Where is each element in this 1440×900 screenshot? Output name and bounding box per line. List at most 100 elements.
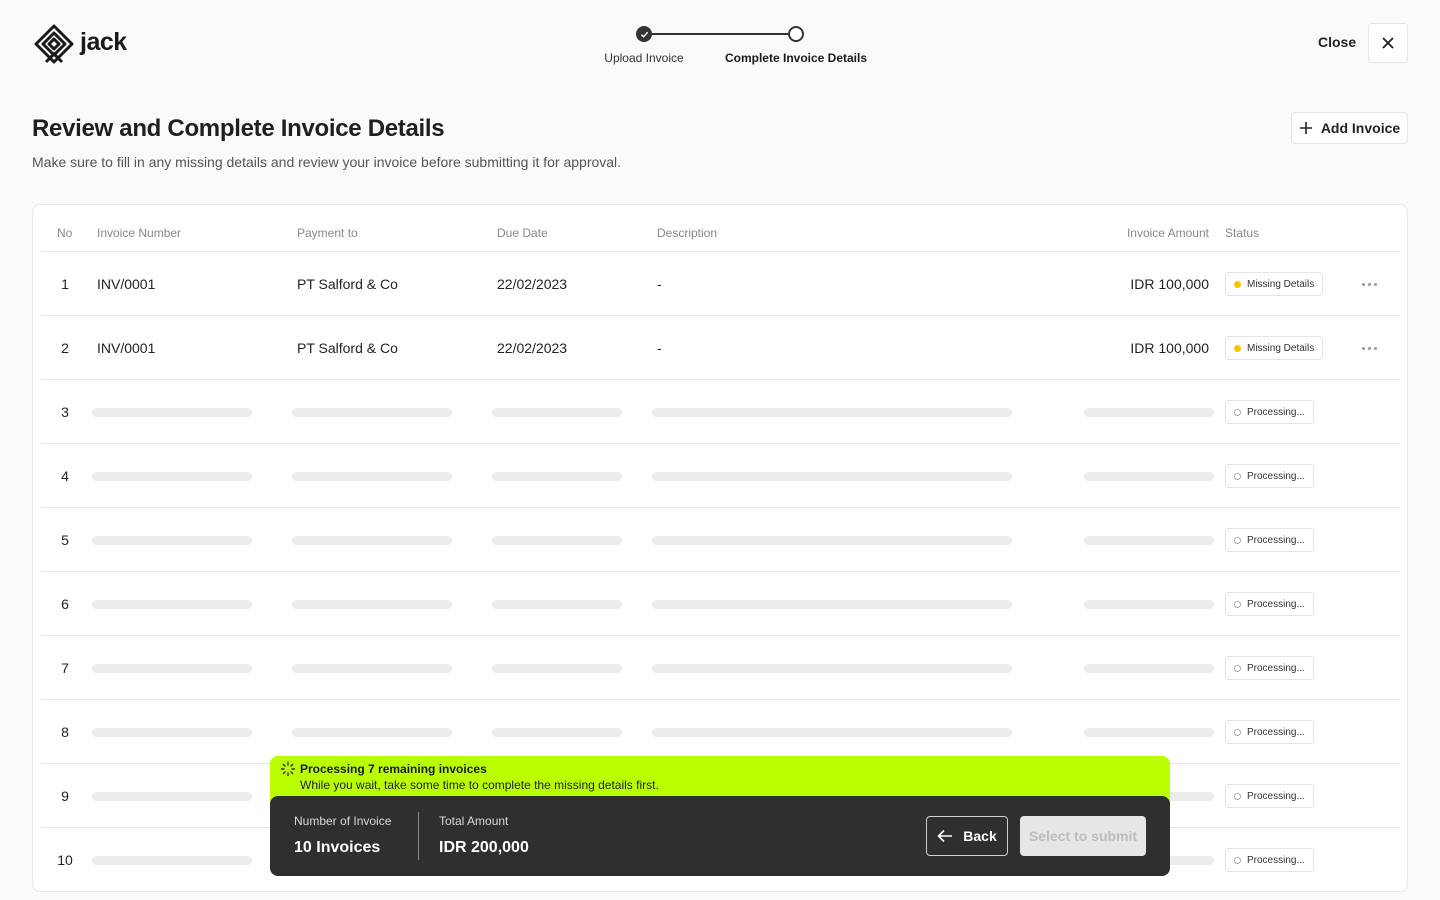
status-label: Missing Details: [1247, 342, 1315, 354]
logo: jack: [32, 22, 127, 66]
invoice-number: INV/0001: [97, 340, 156, 356]
close-link[interactable]: Close: [1318, 34, 1356, 50]
payment-to: PT Salford & Co: [297, 276, 398, 292]
row-number: 8: [61, 724, 69, 740]
skeleton-placeholder: [1084, 664, 1214, 673]
skeleton-placeholder: [292, 728, 452, 737]
payment-to: PT Salford & Co: [297, 340, 398, 356]
status-badge: Processing...: [1225, 592, 1314, 616]
column-header-invoice-amount: Invoice Amount: [1126, 226, 1209, 240]
skeleton-placeholder: [1084, 472, 1214, 481]
row-number: 9: [61, 788, 69, 804]
processing-spinner-icon: [1234, 664, 1241, 672]
jack-logo-icon: [34, 24, 74, 64]
table-row: 6 Processing...: [41, 572, 1401, 636]
skeleton-placeholder: [492, 728, 622, 737]
processing-spinner-icon: [1234, 856, 1241, 864]
status-badge: Processing...: [1225, 400, 1314, 424]
close-icon: [1382, 37, 1394, 49]
skeleton-placeholder: [292, 536, 452, 545]
skeleton-placeholder: [1084, 408, 1214, 417]
app-name: jack: [80, 27, 127, 56]
processing-spinner-icon: [1234, 408, 1241, 416]
skeleton-placeholder: [92, 664, 252, 673]
table-row[interactable]: 2 INV/0001 PT Salford & Co 22/02/2023 - …: [41, 316, 1401, 380]
progress-stepper: Upload Invoice Complete Invoice Details: [590, 24, 880, 74]
skeleton-placeholder: [92, 536, 252, 545]
status-label: Processing...: [1247, 790, 1305, 802]
description: -: [657, 276, 662, 292]
arrow-left-icon: [937, 829, 953, 843]
row-number: 3: [61, 404, 69, 420]
total-amount-value: IDR 200,000: [439, 839, 529, 856]
table-header: No Invoice Number Payment to Due Date De…: [41, 219, 1401, 252]
step-done-check-icon: [636, 26, 652, 42]
row-number: 6: [61, 596, 69, 612]
skeleton-placeholder: [652, 600, 1012, 609]
table-row: 4 Processing...: [41, 444, 1401, 508]
row-number: 5: [61, 532, 69, 548]
table-row[interactable]: 1 INV/0001 PT Salford & Co 22/02/2023 - …: [41, 252, 1401, 316]
processing-spinner-icon: [1234, 600, 1241, 608]
column-header-no: No: [57, 226, 73, 240]
back-label: Back: [963, 828, 997, 844]
submit-button[interactable]: Select to submit: [1020, 816, 1146, 856]
skeleton-placeholder: [292, 472, 452, 481]
status-badge: Processing...: [1225, 656, 1314, 680]
status-badge: Processing...: [1225, 784, 1314, 808]
column-header-description: Description: [657, 226, 718, 240]
processing-spinner-icon: [1234, 472, 1241, 480]
processing-spinner-icon: [1234, 536, 1241, 544]
step-label-complete: Complete Invoice Details: [724, 51, 868, 65]
total-amount-label: Total Amount: [439, 814, 509, 828]
loading-spinner-icon: [280, 761, 296, 777]
skeleton-placeholder: [652, 408, 1012, 417]
status-dot-icon: [1234, 344, 1241, 352]
invoice-amount: IDR 100,000: [1130, 276, 1209, 292]
column-header-status: Status: [1225, 226, 1260, 240]
skeleton-placeholder: [652, 728, 1012, 737]
skeleton-placeholder: [492, 536, 622, 545]
invoice-amount: IDR 100,000: [1130, 340, 1209, 356]
row-number: 4: [61, 468, 69, 484]
skeleton-placeholder: [492, 472, 622, 481]
column-header-due-date: Due Date: [497, 226, 548, 240]
skeleton-placeholder: [292, 408, 452, 417]
skeleton-placeholder: [492, 408, 622, 417]
step-connector: [652, 33, 788, 35]
column-header-payment-to: Payment to: [297, 226, 358, 240]
row-number: 10: [57, 852, 73, 868]
status-badge: Missing Details: [1225, 336, 1324, 360]
status-label: Processing...: [1247, 598, 1305, 610]
skeleton-placeholder: [492, 600, 622, 609]
status-badge: Processing...: [1225, 464, 1314, 488]
row-number: 1: [61, 276, 69, 292]
step-label-upload: Upload Invoice: [604, 51, 684, 65]
more-options-icon[interactable]: [1357, 338, 1381, 358]
status-label: Processing...: [1247, 726, 1305, 738]
status-badge: Processing...: [1225, 528, 1314, 552]
row-number: 7: [61, 660, 69, 676]
add-invoice-button[interactable]: Add Invoice: [1291, 112, 1408, 144]
close-button[interactable]: [1368, 23, 1408, 63]
summary-divider: [418, 812, 419, 860]
table-row: 8 Processing...: [41, 700, 1401, 764]
status-label: Processing...: [1247, 854, 1305, 866]
skeleton-placeholder: [652, 664, 1012, 673]
skeleton-placeholder: [92, 472, 252, 481]
more-options-icon[interactable]: [1357, 274, 1381, 294]
invoice-count-label: Number of Invoice: [294, 814, 392, 828]
skeleton-placeholder: [292, 664, 452, 673]
skeleton-placeholder: [92, 856, 252, 865]
skeleton-placeholder: [1084, 728, 1214, 737]
status-label: Missing Details: [1247, 278, 1315, 290]
page-subtitle: Make sure to fill in any missing details…: [32, 154, 622, 170]
notice-title: Processing 7 remaining invoices: [300, 762, 487, 776]
skeleton-placeholder: [92, 600, 252, 609]
invoice-number: INV/0001: [97, 276, 156, 292]
skeleton-placeholder: [492, 664, 622, 673]
back-button[interactable]: Back: [926, 816, 1008, 856]
status-label: Processing...: [1247, 662, 1305, 674]
status-badge: Processing...: [1225, 720, 1314, 744]
column-header-invoice-number: Invoice Number: [97, 226, 182, 240]
